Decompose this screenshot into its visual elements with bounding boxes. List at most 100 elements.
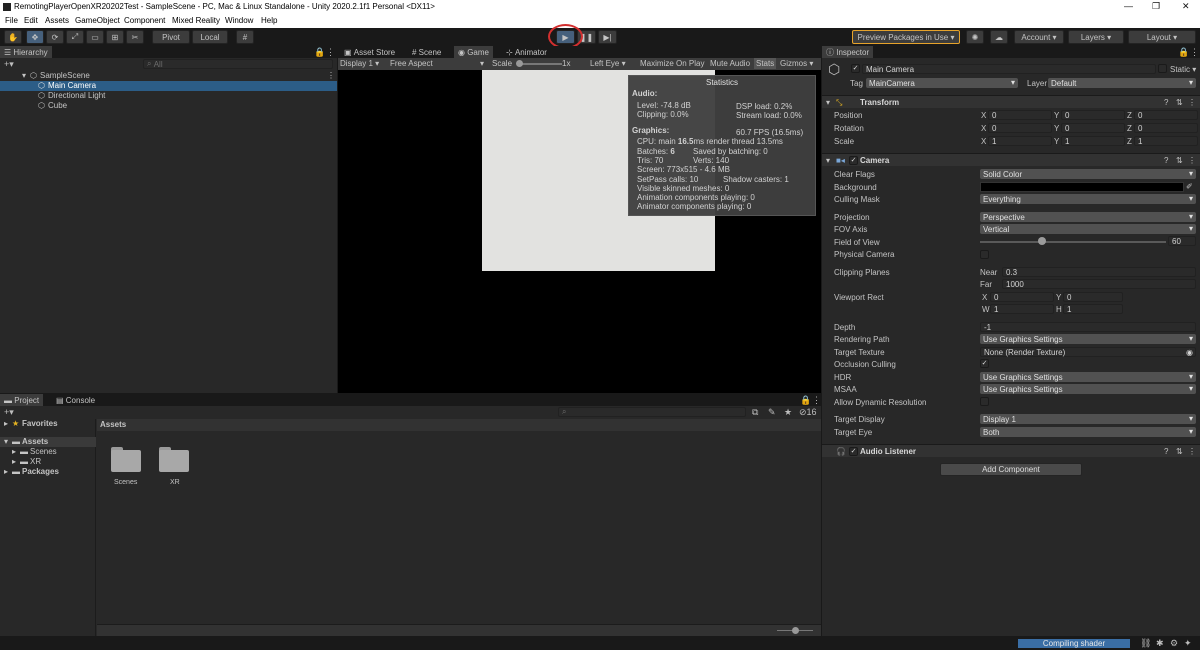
background-color-field[interactable]: [980, 182, 1184, 192]
rotation-x-field[interactable]: 0: [988, 123, 1052, 133]
layer-dropdown[interactable]: Default: [1048, 78, 1196, 88]
local-toggle[interactable]: Local: [192, 30, 228, 44]
target-texture-field[interactable]: None (Render Texture) ◉: [980, 347, 1196, 357]
position-y-field[interactable]: 0: [1061, 110, 1125, 120]
position-z-field[interactable]: 0: [1134, 110, 1198, 120]
hierarchy-search-input[interactable]: ⌕ All: [143, 59, 333, 69]
scale-tool-icon[interactable]: ⤢: [66, 30, 84, 44]
scene-row[interactable]: ▾ ⬡ SampleScene ⋮: [0, 71, 337, 81]
static-dropdown[interactable]: Static ▾: [1170, 65, 1196, 74]
msaa-dropdown[interactable]: Use Graphics Settings: [980, 384, 1196, 394]
folder-tile[interactable]: [158, 444, 190, 476]
scale-z-field[interactable]: 1: [1134, 136, 1198, 146]
rendering-path-dropdown[interactable]: Use Graphics Settings: [980, 334, 1196, 344]
maximize-on-play-toggle[interactable]: Maximize On Play: [640, 59, 704, 68]
menu-edit[interactable]: Edit: [24, 16, 38, 25]
occlusion-culling-checkbox[interactable]: ✓: [980, 359, 989, 368]
preview-packages-dropdown[interactable]: Preview Packages in Use ▾: [852, 30, 960, 44]
tree-assets[interactable]: ▾ ▬ Assets: [0, 437, 96, 447]
pivot-toggle[interactable]: Pivot: [152, 30, 190, 44]
tree-packages[interactable]: ▸ ▬ Packages: [0, 467, 96, 477]
create-plus-icon[interactable]: +▾: [4, 59, 14, 69]
scale-slider-handle[interactable]: [516, 60, 523, 67]
help-icon[interactable]: ?: [1164, 447, 1168, 456]
menu-assets[interactable]: Assets: [45, 16, 69, 25]
component-menu-icon[interactable]: ⋮: [1188, 156, 1196, 165]
add-component-button[interactable]: Add Component: [940, 463, 1082, 476]
preset-icon[interactable]: ⇅: [1176, 447, 1183, 456]
transform-header[interactable]: ▾ ⤡ Transform ? ⇅ ⋮: [822, 95, 1200, 108]
tab-project[interactable]: ▬ Project: [0, 394, 44, 406]
eye-dropdown[interactable]: Left Eye ▾: [590, 59, 626, 68]
audio-listener-header[interactable]: 🎧 ✓ Audio Listener ? ⇅ ⋮: [822, 444, 1200, 457]
tree-expand-icon[interactable]: ▸: [4, 419, 8, 428]
grid-snap-icon[interactable]: #: [236, 30, 254, 44]
help-icon[interactable]: ?: [1164, 156, 1168, 165]
layers-dropdown[interactable]: Layers ▾: [1068, 30, 1124, 44]
camera-header[interactable]: ▾ ■◂ ✓ Camera ? ⇅ ⋮: [822, 153, 1200, 166]
custom-tool-icon[interactable]: ✂: [126, 30, 144, 44]
foldout-arrow-icon[interactable]: ▾: [826, 98, 830, 107]
settings-icon[interactable]: ✦: [1184, 638, 1192, 648]
collab-icon[interactable]: ✺: [966, 30, 984, 44]
tree-expand-icon[interactable]: ▸: [4, 467, 8, 476]
filter-type-icon[interactable]: ⧉: [752, 407, 758, 417]
lock-icon[interactable]: 🔒: [800, 395, 811, 405]
tab-game[interactable]: ◉ Game: [454, 46, 493, 58]
lock-icon[interactable]: 🔒: [1178, 47, 1189, 57]
icon-size-slider-handle[interactable]: [792, 627, 799, 634]
cloud-icon[interactable]: ☁: [990, 30, 1008, 44]
folder-tile[interactable]: [110, 444, 142, 476]
menu-gameobject[interactable]: GameObject: [75, 16, 120, 25]
culling-mask-dropdown[interactable]: Everything: [980, 194, 1196, 204]
minimize-icon[interactable]: —: [1124, 1, 1133, 11]
hierarchy-item[interactable]: ⬡ Main Camera: [0, 81, 337, 91]
move-tool-icon[interactable]: ✥: [26, 30, 44, 44]
close-icon[interactable]: ✕: [1182, 1, 1190, 12]
depth-field[interactable]: -1: [980, 322, 1196, 332]
tree-favorites[interactable]: ▸ ★ Favorites: [0, 419, 96, 429]
viewport-y-field[interactable]: 0: [1063, 292, 1123, 302]
clear-flags-dropdown[interactable]: Solid Color: [980, 169, 1196, 179]
menu-window[interactable]: Window: [225, 16, 253, 25]
target-display-dropdown[interactable]: Display 1: [980, 414, 1196, 424]
dynamic-resolution-checkbox[interactable]: [980, 397, 989, 406]
audio-listener-enabled-checkbox[interactable]: ✓: [849, 447, 858, 456]
help-icon[interactable]: ?: [1164, 98, 1168, 107]
component-menu-icon[interactable]: ⋮: [1188, 98, 1196, 107]
projection-dropdown[interactable]: Perspective: [980, 212, 1196, 222]
display-dropdown[interactable]: Display 1 ▾: [340, 59, 379, 68]
bug-icon[interactable]: ⚙: [1170, 638, 1178, 648]
hierarchy-item[interactable]: ⬡ Cube: [0, 101, 337, 111]
status-progress[interactable]: Compiling shader: [1018, 639, 1130, 648]
hand-tool-icon[interactable]: ✋: [4, 30, 22, 44]
tab-animator[interactable]: ⊹ Animator: [502, 46, 551, 58]
menu-mixed-reality[interactable]: Mixed Reality: [172, 16, 220, 25]
step-button[interactable]: ▶|: [598, 30, 617, 44]
target-eye-dropdown[interactable]: Both: [980, 427, 1196, 437]
kebab-menu-icon[interactable]: ⋮: [326, 47, 335, 57]
scene-menu-icon[interactable]: ⋮: [327, 71, 335, 80]
near-field[interactable]: 0.3: [1002, 267, 1196, 277]
tree-item[interactable]: ▸ ▬ XR: [0, 457, 96, 467]
viewport-h-field[interactable]: 1: [1063, 304, 1123, 314]
preset-icon[interactable]: ⇅: [1176, 98, 1183, 107]
stats-toggle[interactable]: Stats: [754, 58, 777, 69]
create-plus-icon[interactable]: +▾: [4, 407, 14, 417]
active-checkbox[interactable]: ✓: [851, 64, 860, 73]
fov-value-field[interactable]: 60: [1168, 236, 1196, 246]
object-picker-icon[interactable]: ◉: [1186, 348, 1193, 357]
rotation-z-field[interactable]: 0: [1134, 123, 1198, 133]
tree-expand-icon[interactable]: ▸: [12, 447, 16, 456]
scale-y-field[interactable]: 1: [1061, 136, 1125, 146]
gizmos-dropdown[interactable]: Gizmos ▾: [780, 59, 813, 68]
hdr-dropdown[interactable]: Use Graphics Settings: [980, 372, 1196, 382]
tag-dropdown[interactable]: MainCamera: [866, 78, 1018, 88]
far-field[interactable]: 1000: [1002, 279, 1196, 289]
lock-icon[interactable]: 🔒: [314, 47, 325, 57]
tree-expand-icon[interactable]: ▾: [4, 437, 8, 446]
tab-scene[interactable]: # Scene: [408, 46, 445, 58]
preset-icon[interactable]: ⇅: [1176, 156, 1183, 165]
fov-slider-handle[interactable]: [1038, 237, 1047, 245]
camera-enabled-checkbox[interactable]: ✓: [849, 156, 858, 165]
